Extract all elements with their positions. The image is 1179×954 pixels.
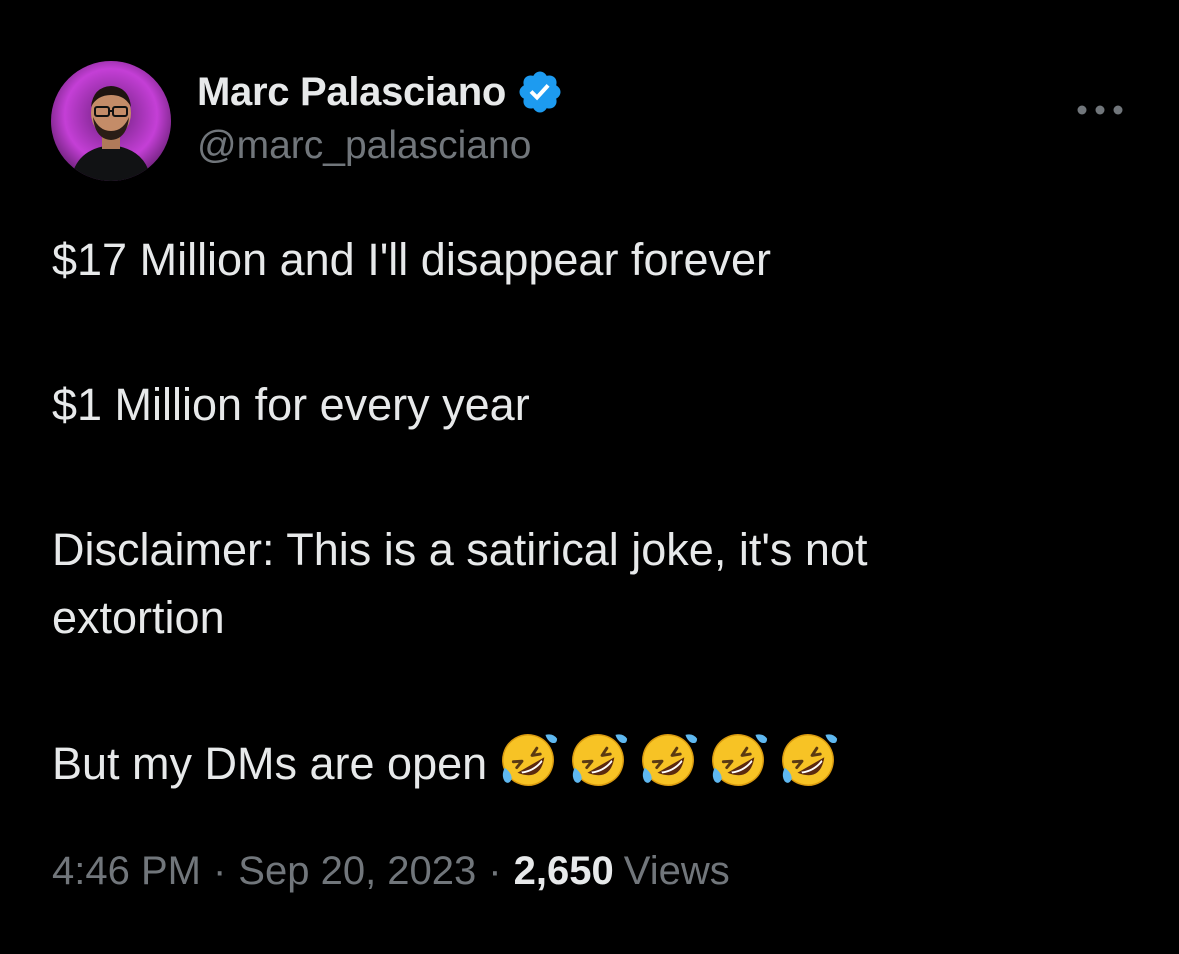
- rolling-on-the-floor-laughing-icon: [502, 734, 558, 786]
- tweet-line: $17 Million and I'll disappear forever: [52, 234, 771, 285]
- meta-separator: ·: [212, 849, 227, 893]
- tweet-line: But my DMs are open: [52, 738, 488, 789]
- author-handle[interactable]: @marc_palasciano: [197, 124, 531, 168]
- verified-badge-icon[interactable]: [516, 68, 564, 116]
- more-dots-icon: [1077, 105, 1123, 115]
- tweet-line-with-emoji: But my DMs are open: [52, 729, 1112, 798]
- rolling-on-the-floor-laughing-icon: [712, 734, 768, 786]
- rolling-on-the-floor-laughing-icon: [782, 734, 838, 786]
- views-count[interactable]: 2,650: [514, 849, 614, 894]
- tweet-line: Disclaimer: This is a satirical joke, it…: [52, 524, 868, 575]
- avatar[interactable]: [51, 61, 171, 181]
- more-options-button[interactable]: [1072, 95, 1128, 125]
- tweet-line: $1 Million for every year: [52, 379, 530, 430]
- author-name-row: Marc Palasciano: [197, 66, 564, 118]
- meta-separator: ·: [488, 849, 502, 893]
- tweet-text: $17 Million and I'll disappear forever $…: [52, 226, 1112, 798]
- rolling-on-the-floor-laughing-icon: [642, 734, 698, 786]
- author-name[interactable]: Marc Palasciano: [197, 70, 506, 115]
- tweet-detail: Marc Palasciano @marc_palasciano $17 Mil…: [0, 0, 1179, 954]
- tweet-meta: 4:46 PM · Sep 20, 2023 · 2,650 Views: [52, 849, 730, 894]
- views-label: Views: [623, 849, 730, 893]
- tweet-date[interactable]: Sep 20, 2023: [238, 849, 476, 894]
- emoji-row: [497, 729, 847, 791]
- tweet-line: extortion: [52, 592, 225, 643]
- rolling-on-the-floor-laughing-icon: [572, 734, 628, 786]
- tweet-time[interactable]: 4:46 PM: [52, 849, 201, 894]
